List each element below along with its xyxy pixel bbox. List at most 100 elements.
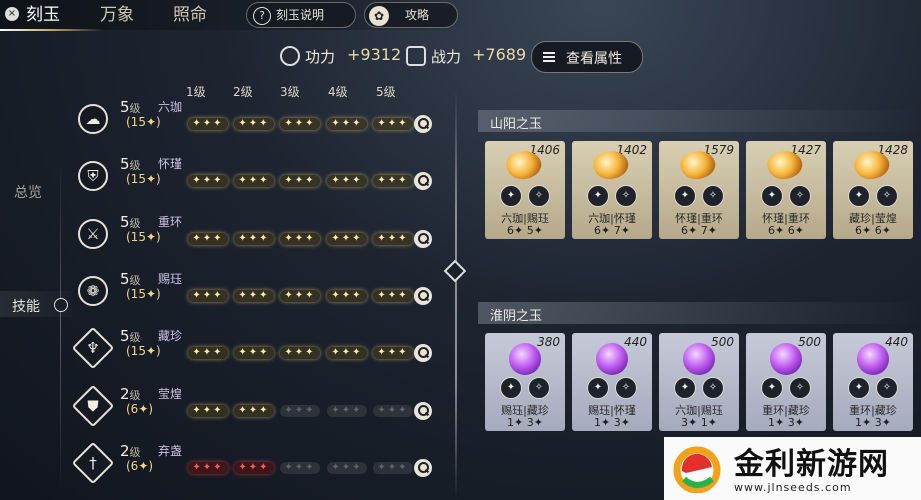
skill-badge-icon: ✧ xyxy=(528,377,550,399)
skill-name: 弃盏 xyxy=(158,443,183,458)
tab-keyu[interactable]: 刻玉 xyxy=(26,2,60,28)
blade-icon: † xyxy=(71,441,115,485)
skill-badge-icon: ✦ xyxy=(761,377,783,399)
top-tab-bar: × 刻玉 万象 照命 ? 刻玉说明 ✿ 攻略 xyxy=(0,0,470,30)
level-pip: ✦✦✦ xyxy=(234,404,274,417)
jade-card[interactable]: 380 ✦ ✧ 赐珏|藏珍 1✦ 3✦ xyxy=(485,333,565,431)
jade-skill-nums: 1✦ 3✦ xyxy=(768,416,804,429)
jade-skill-nums: 6✦ 7✦ xyxy=(594,224,630,237)
jade-card[interactable]: 1402 ✦ ✧ 六珈|怀瑾 6✦ 7✦ xyxy=(572,141,652,239)
jade-card[interactable]: 440 ✦ ✧ 赐珏|怀瑾 1✦ 3✦ xyxy=(572,333,652,431)
level-pip: ✦✦✦ xyxy=(188,404,228,417)
yang-jade-title: 山阳之玉 xyxy=(490,117,543,132)
level-pip: ✦✦✦ xyxy=(280,118,320,130)
level-pip: ✦✦✦ xyxy=(234,289,274,302)
gem-icon xyxy=(683,343,715,375)
level-pip: ✦✦✦ xyxy=(188,289,228,302)
jade-card[interactable]: 500 ✦ ✧ 重环|藏珍 1✦ 3✦ xyxy=(746,333,826,431)
skill-badge-icon: ✦ xyxy=(674,377,696,399)
jade-card[interactable]: 440 ✦ ✧ 重环|藏珍 1✦ 3✦ xyxy=(833,333,913,431)
magnify-icon[interactable] xyxy=(414,229,432,248)
skill-badge-icon: ✧ xyxy=(789,185,811,207)
help-button[interactable]: ? 刻玉说明 xyxy=(246,2,356,28)
skill-badge-icon: ✦ xyxy=(587,185,609,207)
jade-card[interactable]: 1579 ✦ ✧ 怀瑾|重环 6✦ 7✦ xyxy=(659,141,739,239)
jade-value: 500 xyxy=(711,335,734,349)
gem-icon xyxy=(509,343,541,375)
guide-button[interactable]: ✿ 攻略 xyxy=(364,2,458,28)
magnify-icon[interactable] xyxy=(414,344,432,363)
skill-badge-icon: ✧ xyxy=(876,377,898,399)
jade-skill-nums: 6✦ 6✦ xyxy=(855,224,891,237)
jade-value: 500 xyxy=(798,335,821,349)
skill-badge-icon: ✦ xyxy=(761,185,783,207)
skill-level: 5级 xyxy=(120,98,141,116)
level-pip: ✦✦✦ xyxy=(234,232,274,245)
skill-row[interactable]: ☁ 5级 六珈 (15✦) ✦✦✦ ✦✦✦ ✦✦✦ ✦✦✦ ✦✦✦ xyxy=(74,98,444,148)
skill-badge-icon: ✦ xyxy=(848,377,870,399)
magnify-icon[interactable] xyxy=(414,458,432,477)
skill-row[interactable]: ❁ 5级 赐珏 (15✦) ✦✦✦ ✦✦✦ ✦✦✦ ✦✦✦ ✦✦✦ xyxy=(74,270,444,320)
jade-card[interactable]: 1428 ✦ ✧ 藏珍|莹煌 6✦ 6✦ xyxy=(833,141,913,239)
jade-skill-nums: 6✦ 6✦ xyxy=(768,224,804,237)
watermark-logo xyxy=(673,446,721,493)
skill-count: (15✦) xyxy=(126,229,161,244)
cloud-icon: ☁ xyxy=(74,100,112,138)
panel-divider xyxy=(455,90,457,500)
combat-icon xyxy=(406,46,426,66)
skill-level: 5级 xyxy=(120,155,141,174)
gem-icon xyxy=(770,343,802,375)
power-label: 功力 xyxy=(305,48,336,66)
level-pip: ✦✦✦ xyxy=(373,118,413,130)
jade-value: 440 xyxy=(624,335,647,349)
tab-wanxiang[interactable]: 万象 xyxy=(100,2,134,28)
level-pip: ✦✦✦ xyxy=(327,232,367,245)
skill-row[interactable]: ⛨ 5级 怀瑾 (15✦) ✦✦✦ ✦✦✦ ✦✦✦ ✦✦✦ ✦✦✦ xyxy=(74,155,444,205)
skill-badge-icon: ✧ xyxy=(702,185,724,207)
skill-row[interactable]: ♆ 5级 藏珍 (15✦) ✦✦✦ ✦✦✦ ✦✦✦ ✦✦✦ ✦✦✦ xyxy=(71,326,444,377)
level-pip: ✦✦✦ xyxy=(327,289,367,302)
gem-icon xyxy=(857,343,889,375)
skill-name: 六珈 xyxy=(158,100,183,114)
jade-skill-nums: 3✦ 1✦ xyxy=(681,416,717,429)
jade-value: 380 xyxy=(537,335,560,349)
side-nav-skills[interactable]: 技能 xyxy=(12,296,40,316)
skill-row[interactable]: † 2级 弃盏 (6✦) ✦✦✦ ✦✦✦ ✦✦✦ ✦✦✦ ✦✦✦ xyxy=(71,441,444,492)
jade-card[interactable]: 1427 ✦ ✧ 怀瑾|重环 6✦ 6✦ xyxy=(746,141,826,239)
skill-name: 藏珍 xyxy=(158,329,183,344)
skill-count: (15✦) xyxy=(126,344,161,359)
jade-card[interactable]: 1406 ✦ ✧ 六珈|赐珏 6✦ 5✦ xyxy=(485,141,565,239)
level-pip: ✦✦✦ xyxy=(327,175,367,188)
combat-label: 战力 xyxy=(431,48,462,66)
level-pip: ✦✦✦ xyxy=(327,347,367,360)
view-attributes-button[interactable]: 查看属性 xyxy=(531,41,643,73)
watermark: 金利新游网 www.jlnseeds.com xyxy=(664,437,921,500)
skill-badge-icon: ✦ xyxy=(848,185,870,207)
magnify-icon[interactable] xyxy=(414,115,432,133)
yin-jade-header: 淮阴之玉 xyxy=(478,302,921,324)
level-pip: ✦✦✦ xyxy=(234,461,274,474)
side-nav-overview[interactable]: 总览 xyxy=(14,182,42,202)
skill-count: (15✦) xyxy=(126,172,161,187)
level-pip: ✦✦✦ xyxy=(280,175,320,188)
skill-badge-icon: ✧ xyxy=(702,377,724,399)
skill-level: 5级 xyxy=(120,327,141,346)
close-icon[interactable]: × xyxy=(5,7,19,21)
skill-count: (15✦) xyxy=(126,286,161,301)
level-pip: ✦✦✦ xyxy=(234,347,274,360)
divider-knob-icon[interactable] xyxy=(443,259,467,283)
watermark-title: 金利新游网 xyxy=(734,447,889,482)
skill-level: 5级 xyxy=(120,212,141,231)
magnify-icon[interactable] xyxy=(414,401,432,420)
magnify-icon[interactable] xyxy=(414,286,432,305)
skill-row[interactable]: ⚔ 5级 重环 (15✦) ✦✦✦ ✦✦✦ ✦✦✦ ✦✦✦ ✦✦✦ xyxy=(74,213,444,263)
jade-skill-nums: 6✦ 5✦ xyxy=(507,224,543,237)
tab-zhaoming[interactable]: 照命 xyxy=(173,2,207,28)
skill-row[interactable]: ⛊ 2级 莹煌 (6✦) ✦✦✦ ✦✦✦ ✦✦✦ ✦✦✦ ✦✦✦ xyxy=(71,384,444,435)
side-nav-line xyxy=(60,160,61,490)
active-tab-underline xyxy=(0,29,104,31)
magnify-icon[interactable] xyxy=(414,172,432,191)
lotus-icon: ❁ xyxy=(74,272,112,310)
level-pip: ✦✦✦ xyxy=(373,289,413,302)
jade-card[interactable]: 500 ✦ ✧ 六珈|赐珏 3✦ 1✦ xyxy=(659,333,739,431)
